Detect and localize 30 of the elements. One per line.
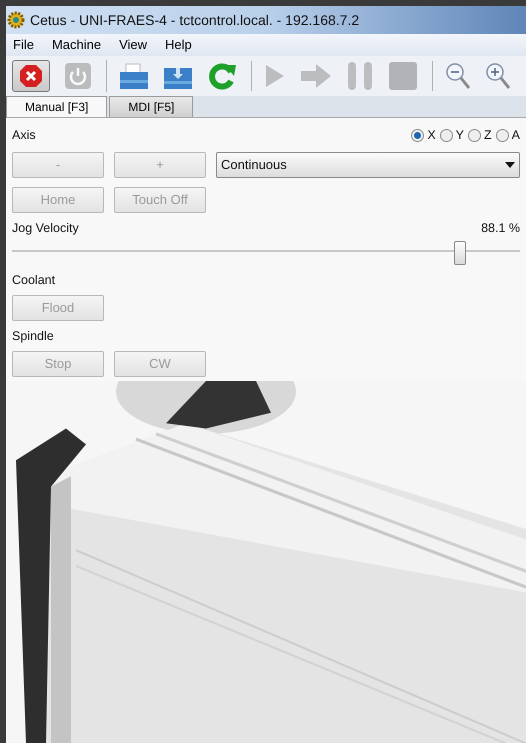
- dropdown[interactable]: Continuous: [216, 152, 520, 178]
- refresh-icon[interactable]: [207, 61, 237, 91]
- radio-label: A: [512, 126, 520, 144]
- caret-icon: [505, 162, 515, 168]
- menu-item[interactable]: File: [13, 35, 34, 55]
- section-label: Coolant: [12, 272, 56, 289]
- radio-button[interactable]: [496, 128, 509, 142]
- radio-button[interactable]: [468, 128, 482, 142]
- zoom-out-icon[interactable]: [445, 62, 471, 90]
- radio-button[interactable]: [440, 128, 453, 142]
- radio-button[interactable]: [411, 128, 424, 142]
- tab[interactable]: MDI [F5]: [109, 96, 194, 117]
- tab[interactable]: Manual [F3]: [6, 96, 108, 117]
- section-label: Jog Velocity: [12, 220, 79, 237]
- radio-label: Z: [484, 126, 492, 144]
- menu-item[interactable]: View: [119, 35, 148, 55]
- folder-icon[interactable]: [119, 62, 149, 90]
- zoom-in-icon[interactable]: [485, 62, 511, 90]
- section-label: Spindle: [12, 328, 55, 345]
- menu-item[interactable]: Machine: [52, 35, 102, 55]
- slider-thumb[interactable]: [454, 241, 466, 265]
- menu-item[interactable]: Help: [165, 35, 192, 55]
- radio-label: Y: [456, 126, 464, 144]
- window-title: Cetus - UNI-FRAES-4 - tctcontrol.local. - 192.168.7.2: [30, 10, 360, 30]
- stop-octagon-icon[interactable]: [19, 64, 43, 88]
- section-label: Axis: [12, 126, 36, 144]
- velocity-reading: 88.1 %: [481, 220, 520, 237]
- radio-label: X: [427, 126, 436, 144]
- gear-icon: [7, 11, 25, 29]
- velocity-slider[interactable]: [12, 239, 520, 263]
